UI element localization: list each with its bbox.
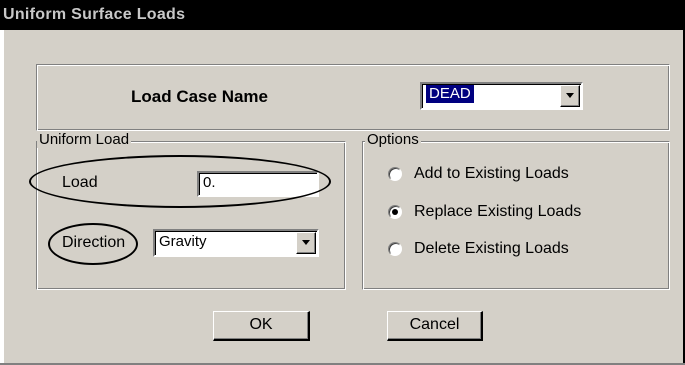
direction-select[interactable]: Gravity — [153, 229, 319, 257]
ok-button[interactable]: OK — [213, 311, 310, 341]
uniform-load-group — [36, 141, 346, 290]
load-input[interactable]: 0. — [197, 171, 319, 197]
window-frame-left — [0, 30, 4, 365]
cancel-button[interactable]: Cancel — [387, 311, 483, 341]
direction-label: Direction — [62, 234, 126, 251]
radio-option-replace[interactable]: Replace Existing Loads — [388, 201, 581, 223]
radio-checked-icon — [388, 205, 402, 219]
uniform-load-group-title: Uniform Load — [37, 131, 132, 148]
load-case-label: Load Case Name — [131, 87, 268, 106]
direction-dropdown-button[interactable] — [296, 232, 316, 254]
radio-option-label: Replace Existing Loads — [414, 203, 582, 220]
radio-option-label: Add to Existing Loads — [414, 165, 569, 182]
radio-unchecked-icon — [388, 242, 402, 256]
radio-option-add[interactable]: Add to Existing Loads — [388, 163, 569, 185]
chevron-down-icon — [302, 240, 310, 245]
direction-selected-value: Gravity — [159, 233, 207, 250]
radio-unchecked-icon — [388, 167, 402, 181]
radio-option-label: Delete Existing Loads — [414, 240, 569, 257]
load-label: Load — [62, 174, 98, 191]
dialog-window: Uniform Surface Loads Load Case Name DEA… — [0, 0, 685, 365]
radio-option-delete[interactable]: Delete Existing Loads — [388, 238, 569, 260]
